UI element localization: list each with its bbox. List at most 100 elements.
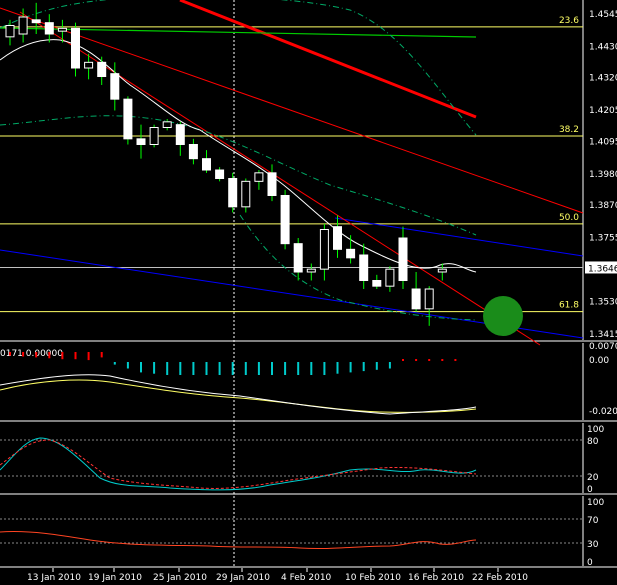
macd-histogram-bar — [323, 362, 326, 375]
candle-body — [398, 237, 408, 281]
candle-body — [372, 280, 382, 287]
price-tick-label: 1.3980 — [589, 170, 617, 180]
candle-body — [202, 158, 211, 171]
macd-histogram-bar — [402, 359, 404, 361]
candle-body — [123, 98, 133, 140]
macd-histogram-bar — [35, 352, 38, 358]
time-tick-label: 19 Jan 2010 — [88, 573, 142, 583]
macd-histogram-bar — [74, 352, 77, 360]
macd-histogram-bar — [87, 352, 90, 361]
price-tick-label: 1.4205 — [589, 106, 617, 116]
candle-body — [333, 226, 342, 250]
candle-body — [241, 180, 251, 208]
macd-histogram-bar — [257, 362, 260, 375]
stoch-signal-line — [0, 439, 477, 489]
macd-histogram-bar — [362, 362, 365, 372]
candle-body — [385, 268, 395, 287]
candle-body — [136, 138, 146, 145]
price-tick-label: 1.3530 — [589, 297, 617, 307]
price-tick-label: 1.4095 — [589, 137, 617, 147]
time-tick-label: 13 Jan 2010 — [27, 573, 81, 583]
macd-histogram-bar — [205, 362, 208, 375]
main-price-panel: 23.6 38.2 50.0 61.8 1.4545 1.4430 1.4320 1.4205… — [0, 0, 617, 568]
price-tick-label: 1.4320 — [589, 74, 617, 84]
candle-body — [293, 243, 303, 273]
macd-histogram-bar — [284, 362, 287, 375]
candle-body — [215, 169, 225, 179]
candle-body — [346, 248, 356, 259]
envelope-middle — [0, 115, 477, 236]
candle-body — [44, 22, 54, 35]
chart-svg: 23.6 38.2 50.0 61.8 1.4545 1.4430 1.4320 1.4205… — [0, 0, 617, 583]
red-trend-line-thick — [179, 0, 477, 119]
price-tick-label: 1.4430 — [589, 42, 617, 52]
macd-histogram-bar — [100, 352, 103, 358]
stoch-tick-label: 100 — [587, 425, 604, 435]
fib-level-label: 23.6 — [559, 16, 579, 26]
stoch-tick-label: 0 — [587, 485, 593, 495]
candle-body — [228, 178, 238, 208]
candle-body — [359, 254, 369, 281]
candle-body — [267, 172, 277, 196]
candle-body — [319, 229, 329, 270]
macd-histogram-bar — [415, 359, 418, 361]
macd-histogram-bar — [166, 362, 169, 375]
candle-body — [84, 61, 94, 69]
rsi-tick-label: 100 — [587, 498, 604, 508]
fib-level-label: 50.0 — [559, 213, 579, 223]
fib-level-label: 61.8 — [559, 301, 579, 311]
macd-histogram-bar — [231, 362, 234, 375]
macd-histogram-bar — [61, 352, 64, 360]
macd-histogram-bar — [271, 362, 273, 375]
candle-body — [280, 195, 290, 245]
current-price-label: 1.3646 — [588, 264, 617, 274]
candle-body — [437, 268, 447, 273]
macd-histogram-bar — [153, 362, 156, 374]
rsi-line — [0, 531, 477, 550]
price-tick-label: 1.4545 — [589, 10, 617, 20]
time-tick-label: 22 Feb 2010 — [472, 573, 528, 583]
macd-histogram-bar — [244, 362, 247, 375]
time-tick-label: 4 Feb 2010 — [281, 573, 332, 583]
candle-body — [188, 144, 198, 160]
stoch-main-line — [0, 437, 477, 491]
candle-body — [306, 268, 316, 273]
macd-histogram-bar — [9, 352, 11, 356]
rsi-tick-label: 30 — [587, 540, 599, 550]
price-tick-label: 1.3870 — [589, 201, 617, 211]
macd-histogram-bar — [310, 362, 313, 375]
time-tick-label: 10 Feb 2010 — [345, 573, 401, 583]
macd-histogram-bar — [218, 362, 221, 375]
fib-level-label: 38.2 — [559, 125, 579, 135]
price-tick-label: 1.3755 — [589, 234, 617, 244]
stoch-tick-label: 80 — [587, 437, 599, 447]
candle-body — [149, 127, 159, 145]
macd-histogram-bar — [22, 352, 25, 357]
macd-tick-label: 0.00 — [589, 356, 609, 366]
candle-body — [254, 172, 264, 182]
macd-histogram-bar — [428, 359, 431, 361]
rsi-panel: 100 70 30 0 — [0, 498, 604, 568]
macd-histogram-bar — [375, 362, 378, 370]
macd-tick-label: -0.0205 — [589, 407, 617, 417]
candle-body — [57, 27, 67, 32]
candle-body — [31, 19, 41, 24]
price-tick-label: 1.3415 — [589, 330, 617, 340]
macd-histogram-bar — [48, 352, 51, 359]
stoch-tick-label: 20 — [587, 473, 599, 483]
candle-body — [411, 288, 421, 310]
macd-tick-label: 0.0070 — [589, 342, 617, 352]
candle-body — [5, 25, 15, 38]
time-axis: 13 Jan 2010 19 Jan 2010 25 Jan 2010 29 Jan … — [27, 568, 528, 583]
stochastic-panel: 100 80 20 0 — [0, 425, 604, 495]
macd-histogram-bar — [441, 359, 444, 361]
macd-histogram-bar — [388, 362, 391, 369]
candle-body — [71, 27, 80, 69]
candle-body — [175, 124, 185, 145]
macd-histogram-bar — [179, 362, 182, 375]
white-moving-average — [0, 39, 477, 273]
macd-panel: 0171 0.000000.00700.00-0.0205 — [0, 342, 617, 417]
red-trend-line-1 — [0, 7, 584, 214]
candle-body — [110, 73, 120, 100]
macd-histogram-bar — [297, 362, 300, 375]
